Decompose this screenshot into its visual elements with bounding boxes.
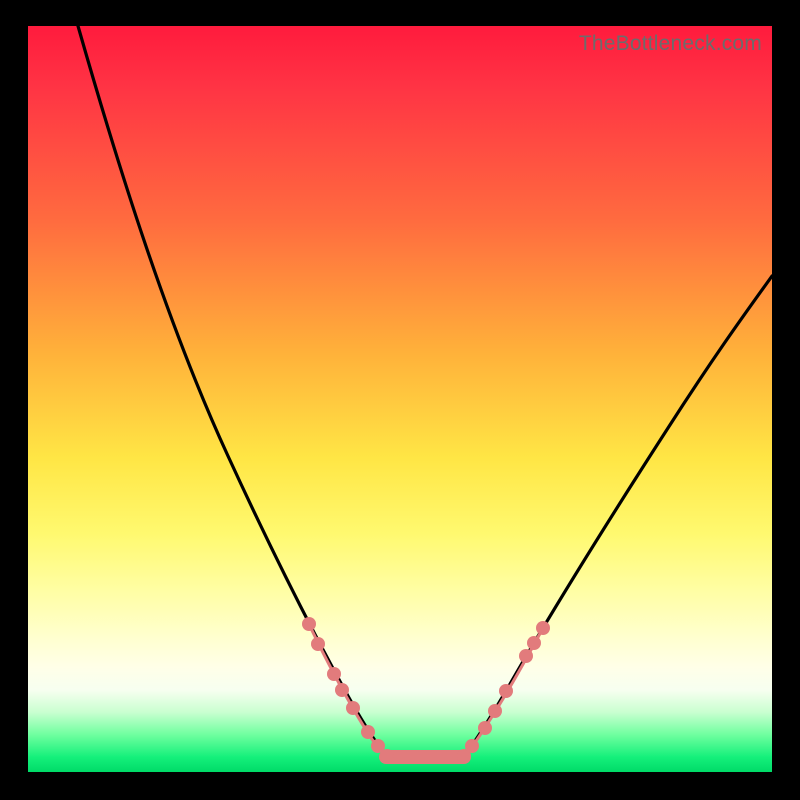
left-curve: [78, 26, 386, 756]
right-dots: [457, 621, 550, 763]
chart-svg: [28, 26, 772, 772]
left-dots: [302, 617, 394, 763]
plot-area: TheBottleneck.com: [28, 26, 772, 772]
chart-frame: TheBottleneck.com: [0, 0, 800, 800]
